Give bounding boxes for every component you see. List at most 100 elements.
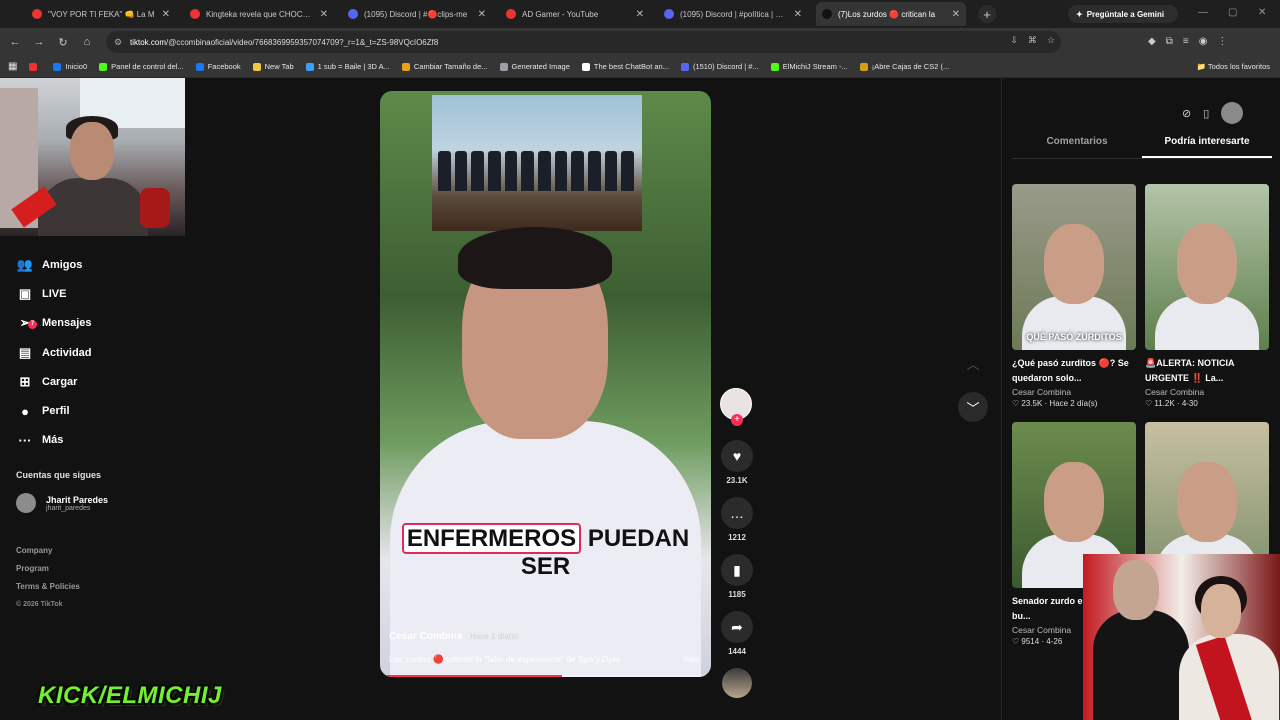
- sidebar-nav: 👥 Amigos ▣ LIVE ➢ Mensajes ▤ 7 Actividad ⊞ Cargar ●…: [16, 250, 92, 455]
- browser-tab-bar: "VOY POR TI FEKA" 👊 La M ✕ Kingteka revela…: [0, 0, 1280, 28]
- tab-recommended[interactable]: Podría interesarte: [1142, 136, 1272, 158]
- browser-tab[interactable]: (7)Los zurdos 🔴 critican la ✕: [816, 2, 966, 26]
- bookmark-item[interactable]: Cambiar Tamaño de...: [401, 62, 488, 71]
- save-button[interactable]: ▮: [721, 554, 753, 586]
- recommended-video-card[interactable]: 🚨ALERTA: NOTICIA URGENTE ‼️ La... Cesar C…: [1145, 184, 1269, 408]
- card-author[interactable]: Cesar Combina: [1145, 387, 1269, 397]
- maximize-icon[interactable]: ▢: [1228, 7, 1237, 18]
- forward-icon[interactable]: →: [27, 36, 51, 48]
- back-icon[interactable]: ←: [3, 36, 27, 48]
- video-player[interactable]: ENFERMEROS PUEDAN SER Cesar Combina · Ha…: [380, 91, 711, 677]
- card-author[interactable]: Cesar Combina: [1012, 387, 1136, 397]
- profile-avatar-icon[interactable]: ◉: [1199, 36, 1208, 47]
- bookmark-item[interactable]: 1 sub = Baile | 3D A...: [305, 62, 390, 71]
- install-icon[interactable]: ⇩: [1010, 35, 1018, 46]
- footer-link-company[interactable]: Company: [16, 542, 80, 560]
- following-name: Jharit Paredes: [46, 494, 109, 505]
- following-account[interactable]: Jharit Paredes jharit_paredes: [16, 493, 108, 513]
- sidebar-item-perfil[interactable]: ● Perfil: [16, 396, 92, 425]
- home-icon[interactable]: ⌂: [75, 36, 99, 48]
- reload-icon[interactable]: ↻: [51, 36, 75, 49]
- bookmark-item[interactable]: The best ChatBot an...: [581, 62, 669, 71]
- upload-icon: ⊞: [19, 373, 31, 389]
- recommended-video-card[interactable]: QUÉ PASÓ ZURDITOS ¿Qué pasó zurditos 🔴? S…: [1012, 184, 1136, 408]
- close-tab-icon[interactable]: ✕: [162, 9, 170, 20]
- bookmark-favicon-icon: [680, 62, 689, 71]
- sidebar-item-live[interactable]: ▣ LIVE: [16, 279, 92, 308]
- bookmark-item[interactable]: Inicio0: [53, 62, 87, 71]
- video-inset-image: [432, 95, 642, 231]
- music-disc-icon[interactable]: [722, 668, 752, 698]
- footer-link-program[interactable]: Program: [16, 560, 80, 578]
- apps-icon[interactable]: ▦: [8, 61, 17, 72]
- bookmark-item[interactable]: [29, 62, 41, 71]
- follow-plus-icon[interactable]: +: [731, 414, 743, 426]
- sidebar-item-actividad[interactable]: ▤ 7 Actividad: [16, 319, 92, 367]
- following-title: Cuentas que sigues: [16, 470, 102, 480]
- video-progress-bar[interactable]: [380, 675, 711, 677]
- media-icon[interactable]: ≡: [1183, 36, 1189, 47]
- close-tab-icon[interactable]: ✕: [952, 9, 960, 20]
- comment-button[interactable]: …: [721, 497, 753, 529]
- video-thumbnail[interactable]: QUÉ PASÓ ZURDITOS: [1012, 184, 1136, 350]
- gemini-button[interactable]: ✦ Pregúntale a Gemini: [1068, 5, 1178, 23]
- card-title[interactable]: ¿Qué pasó zurditos 🔴? Se quedaron solo..…: [1012, 356, 1136, 386]
- next-video-button[interactable]: ﹀: [958, 392, 988, 422]
- close-tab-icon[interactable]: ✕: [636, 9, 644, 20]
- gemini-label: Pregúntale a Gemini: [1086, 9, 1165, 19]
- compass-icon[interactable]: ⊘: [1182, 107, 1191, 120]
- video-author[interactable]: Cesar Combina · Hace 1 día(s): [389, 631, 518, 642]
- all-bookmarks-button[interactable]: 📁 Todos los favoritos: [1197, 62, 1270, 71]
- video-thumbnail[interactable]: [1145, 184, 1269, 350]
- tab-favicon-icon: [348, 9, 358, 19]
- sidebar-item-amigos[interactable]: 👥 Amigos: [16, 250, 92, 279]
- bookmark-favicon-icon: [195, 62, 204, 71]
- extension-icon[interactable]: ◆: [1148, 36, 1156, 47]
- site-info-icon[interactable]: ⚙: [114, 37, 124, 48]
- browser-tab[interactable]: (1095) Discord | #🔴clips-me ✕: [342, 2, 492, 26]
- heart-icon: ♥: [732, 448, 742, 464]
- card-title[interactable]: 🚨ALERTA: NOTICIA URGENTE ‼️ La...: [1145, 356, 1269, 386]
- footer-link-terms[interactable]: Terms & Policies: [16, 578, 80, 596]
- extensions-puzzle-icon[interactable]: ⧉: [1166, 36, 1173, 47]
- bookmark-item[interactable]: ElMichiJ Stream -...: [770, 62, 848, 71]
- card-stats: ♡ 23.5K · Hace 2 día(s): [1012, 399, 1098, 408]
- sidebar-item-label: Perfil: [42, 405, 70, 418]
- sidebar-item-ms[interactable]: ··· Más: [16, 426, 92, 455]
- browser-tab[interactable]: AD Gamer - YouTube ✕: [500, 2, 650, 26]
- share-button[interactable]: ➦: [721, 611, 753, 643]
- bookmark-item[interactable]: Generated Image: [499, 62, 570, 71]
- more-button[interactable]: más: [683, 654, 699, 664]
- close-window-icon[interactable]: ✕: [1258, 7, 1266, 18]
- address-bar[interactable]: ⚙ tiktok.com/@ccombinaoficial/video/7668…: [106, 31, 1061, 53]
- bookmark-item[interactable]: Facebook: [195, 62, 241, 71]
- translate-icon[interactable]: ⌘: [1028, 35, 1037, 46]
- menu-icon[interactable]: ⋮: [1217, 36, 1227, 47]
- minimize-icon[interactable]: —: [1198, 7, 1208, 18]
- close-tab-icon[interactable]: ✕: [794, 9, 802, 20]
- tab-comments[interactable]: Comentarios: [1012, 136, 1142, 158]
- sidebar-item-cargar[interactable]: ⊞ Cargar: [16, 367, 92, 396]
- bookmark-item[interactable]: New Tab: [252, 62, 294, 71]
- bookmark-star-icon[interactable]: ☆: [1047, 35, 1055, 46]
- close-tab-icon[interactable]: ✕: [478, 9, 486, 20]
- browser-tab[interactable]: Kingteka revela que CHOCARO ✕: [184, 2, 334, 26]
- bookmark-favicon-icon: [770, 62, 779, 71]
- following-handle: jharit_paredes: [46, 504, 91, 512]
- previous-video-button[interactable]: ︿: [958, 348, 988, 378]
- browser-tab[interactable]: "VOY POR TI FEKA" 👊 La M ✕: [26, 2, 176, 26]
- device-icon[interactable]: ▯: [1203, 107, 1209, 120]
- chevron-down-icon: ﹀: [966, 400, 980, 416]
- like-button[interactable]: ♥: [721, 440, 753, 472]
- new-tab-button[interactable]: +: [978, 5, 996, 23]
- bookmark-item[interactable]: (1510) Discord | #...: [680, 62, 759, 71]
- share-arrow-icon: ➦: [731, 618, 743, 635]
- close-tab-icon[interactable]: ✕: [320, 9, 328, 20]
- user-avatar[interactable]: [1221, 102, 1244, 124]
- author-name: Cesar Combina: [389, 631, 463, 642]
- browser-tab[interactable]: (1095) Discord | #política | MIC ✕: [658, 2, 808, 26]
- sidebar-item-label: Mensajes: [42, 317, 92, 330]
- bookmark-item[interactable]: ¡Abre Cajas de CS2 (...: [859, 62, 949, 71]
- creator-avatar[interactable]: +: [720, 388, 752, 426]
- bookmark-item[interactable]: Panel de control del...: [99, 62, 184, 71]
